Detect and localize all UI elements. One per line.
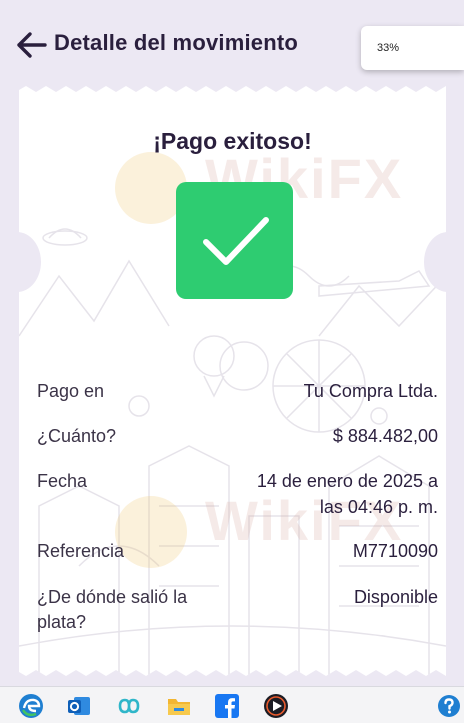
row-value-cuanto: $ 884.482,00	[332, 426, 438, 446]
row-value-origen: Disponible	[353, 587, 438, 607]
receipt-card: WikiFX WikiFX ¡Pago exitoso! Pago en Tu …	[0, 84, 464, 678]
row-value-referencia: M7710090	[352, 541, 438, 561]
row-label-origen-line2: plata?	[37, 612, 87, 632]
page-title: Detalle del movimiento	[54, 30, 299, 55]
help-icon[interactable]	[436, 693, 462, 719]
ticket-notch-right	[424, 232, 464, 292]
watermark-logo-bottom	[115, 496, 187, 568]
facebook-icon[interactable]	[214, 693, 240, 719]
file-explorer-icon[interactable]	[166, 693, 192, 719]
row-label-cuanto: ¿Cuánto?	[37, 426, 117, 446]
edge-icon[interactable]	[18, 693, 44, 719]
row-value-fecha-line1: 14 de enero de 2025 a	[256, 471, 438, 491]
copilot-icon[interactable]	[116, 693, 142, 719]
outlook-icon[interactable]	[66, 693, 92, 719]
back-arrow-icon[interactable]	[16, 30, 48, 60]
ticket-edge-top	[19, 84, 446, 92]
row-label-origen-line1: ¿De dónde salió la	[37, 587, 188, 607]
checkmark-icon	[203, 217, 269, 265]
zoom-level-text: 33%	[377, 42, 400, 54]
zoom-level-popup: 33%	[361, 26, 464, 70]
media-player-icon[interactable]	[263, 693, 289, 719]
row-label-pago-en: Pago en	[37, 381, 105, 401]
row-value-fecha-line2: las 04:46 p. m.	[319, 497, 438, 517]
success-check-badge	[176, 182, 293, 299]
taskbar	[0, 686, 464, 723]
success-title: ¡Pago exitoso!	[153, 128, 312, 154]
ticket-edge-bottom	[19, 670, 446, 678]
row-label-referencia: Referencia	[37, 541, 125, 561]
row-value-pago-en: Tu Compra Ltda.	[303, 381, 438, 401]
row-label-fecha: Fecha	[37, 471, 88, 491]
